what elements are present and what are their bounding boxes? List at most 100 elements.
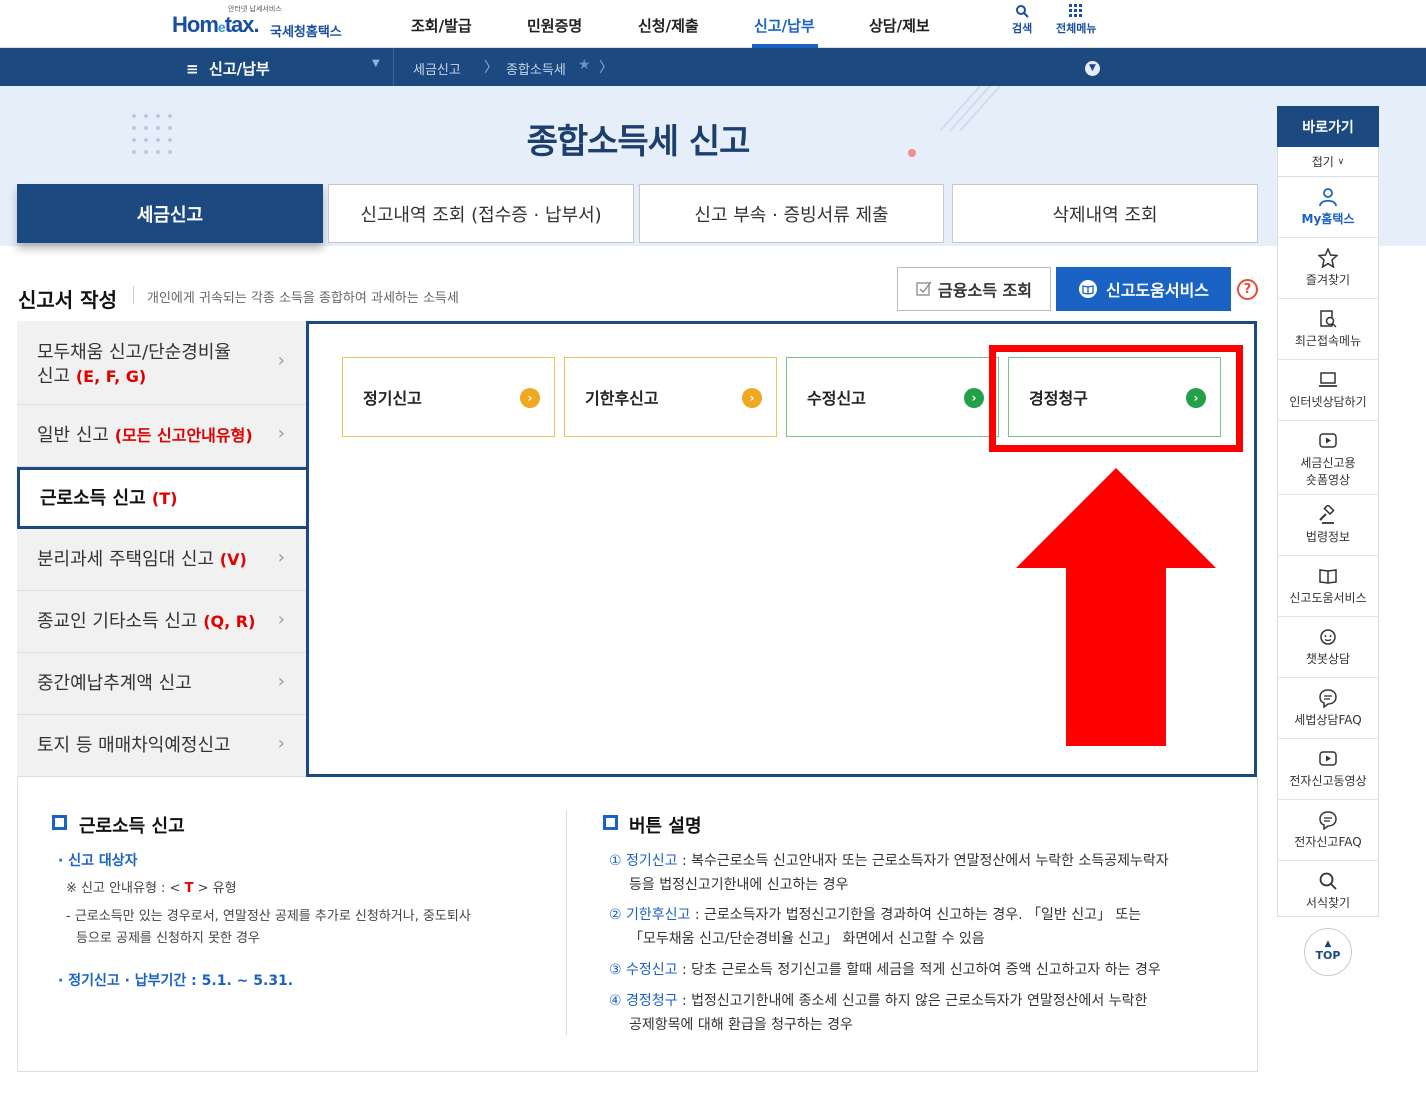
- search-button[interactable]: 검색: [1012, 4, 1032, 36]
- gnb-application[interactable]: 신청/제출: [638, 15, 699, 36]
- quick-favorites[interactable]: 즐겨찾기: [1278, 238, 1378, 299]
- quick-menu: 바로가기 접기 ∨ My홈택스 즐겨찾기 최근접속메뉴 인터넷상담하기 세금신고…: [1277, 106, 1379, 917]
- quick-menu-header: 바로가기: [1277, 106, 1379, 147]
- tab-tax-filing[interactable]: 세금신고: [17, 184, 323, 243]
- filing-type-note: ※ 신고 안내유형 : < T > 유형: [66, 881, 237, 896]
- expand-icon[interactable]: ▼: [1085, 61, 1100, 76]
- button-description-title: 버튼 설명: [629, 816, 702, 837]
- fold-button[interactable]: 접기 ∨: [1278, 147, 1378, 177]
- regular-filing-button[interactable]: 정기신고 ›: [342, 357, 555, 437]
- chevron-right-icon: ›: [277, 609, 285, 630]
- target-label: · 신고 대상자: [58, 853, 138, 869]
- left-menu-item-housing-rental[interactable]: 분리과세 주택임대 신고 (V) ›: [17, 529, 307, 591]
- all-menu-button[interactable]: 전체메뉴: [1056, 4, 1096, 36]
- left-menu-label: 모두채움 신고/단순경비율 신고 (E, F, G): [37, 342, 231, 387]
- target-detail-2: 등으로 공제를 신청하지 못한 경우: [76, 931, 260, 946]
- chevron-right-icon: 〉: [484, 60, 498, 76]
- tab-deletion-history[interactable]: 삭제내역 조회: [952, 184, 1258, 243]
- hometax-logo[interactable]: 안터넷 납세서비스 Hometax. 국세청홈택스: [172, 4, 352, 44]
- logo-korean: 국세청홈택스: [270, 25, 342, 40]
- checkbox-edit-icon: [916, 281, 932, 296]
- square-bullet-icon: [603, 815, 618, 830]
- financial-income-button[interactable]: 금융소득 조회: [897, 267, 1051, 311]
- location-menu-select[interactable]: ≡ 신고/납부: [186, 58, 270, 79]
- left-menu-item-religious[interactable]: 종교인 기타소득 신고 (Q, R) ›: [17, 591, 307, 653]
- divider: [393, 48, 394, 86]
- book-icon: [1078, 280, 1097, 298]
- quick-filing-help[interactable]: 신고도움서비스: [1278, 556, 1378, 617]
- play-icon: [1319, 751, 1337, 766]
- amended-filing-button[interactable]: 수정신고 ›: [786, 357, 999, 437]
- filing-period: · 정기신고 · 납부기간 : 5.1. ~ 5.31.: [58, 973, 294, 989]
- gnb-filing-payment[interactable]: 신고/납부: [754, 15, 815, 36]
- quick-tax-law-faq[interactable]: 세법상담FAQ: [1278, 678, 1378, 739]
- button-desc-item: ② 기한후신고 : 근로소득자가 법정신고기한을 경과하여 신고하는 경우. 「…: [609, 907, 1142, 923]
- earned-income-title: 근로소득 신고: [79, 816, 185, 837]
- chevron-right-icon: ›: [277, 350, 285, 371]
- tab-attachments[interactable]: 신고 부속 · 증빙서류 제출: [639, 184, 944, 243]
- left-menu-item-land-sale[interactable]: 토지 등 매매차익예정신고 ›: [17, 715, 307, 777]
- star-icon: [1318, 248, 1338, 268]
- button-desc-item: ④ 경정청구 : 법정신고기한내에 종소세 신고를 하지 않은 근로소득자가 연…: [609, 993, 1148, 1009]
- book-icon: [1319, 569, 1337, 584]
- left-menu-label: 일반 신고 (모든 신고안내유형): [37, 425, 253, 446]
- hamburger-icon: ≡: [186, 60, 199, 78]
- scroll-top-button[interactable]: ▲ TOP: [1304, 928, 1352, 976]
- logo-wordmark: Hometax.: [172, 12, 260, 37]
- quick-my-hometax[interactable]: My홈택스: [1278, 177, 1378, 238]
- red-arrow-up-icon: [1016, 468, 1216, 746]
- button-desc-item-cont: 등을 법정신고기한내에 신고하는 경우: [629, 877, 849, 893]
- chevron-right-icon: ›: [742, 388, 762, 408]
- left-menu-label: 중간예납추계액 신고: [37, 673, 192, 694]
- chevron-right-icon: ›: [277, 423, 285, 444]
- left-menu-label: 토지 등 매매차익예정신고: [37, 735, 231, 756]
- quick-recent-menu[interactable]: 최근접속메뉴: [1278, 299, 1378, 360]
- left-menu-label: 근로소득 신고 (T): [40, 488, 178, 509]
- quick-form-search[interactable]: 서식찾기: [1278, 861, 1378, 922]
- help-icon[interactable]: ?: [1237, 279, 1258, 300]
- gnb-certificate[interactable]: 민원증명: [527, 15, 582, 36]
- quick-chatbot[interactable]: 챗봇상담: [1278, 617, 1378, 678]
- chat-bubble-icon: [1319, 689, 1337, 708]
- chevron-right-icon: ›: [277, 671, 285, 692]
- filing-help-button[interactable]: 신고도움서비스: [1056, 267, 1231, 311]
- quick-online-consult[interactable]: 인터넷상담하기: [1278, 360, 1378, 421]
- chevron-right-icon: ›: [520, 388, 540, 408]
- breadcrumb-income-tax[interactable]: 종합소득세: [506, 59, 566, 78]
- chevron-right-icon: ›: [277, 547, 285, 568]
- document-search-icon: [1320, 310, 1337, 328]
- tab-filing-history[interactable]: 신고내역 조회 (접수증 · 납부서): [328, 184, 634, 243]
- highlight-box: [989, 345, 1243, 452]
- left-menu-item-earned-income[interactable]: 근로소득 신고 (T): [17, 467, 309, 529]
- gnb-inquiry[interactable]: 조회/발급: [411, 15, 472, 36]
- gnb-consult[interactable]: 상담/제보: [869, 15, 930, 36]
- chevron-right-icon: 〉: [599, 60, 613, 76]
- user-icon: [1319, 188, 1337, 207]
- section-description: 개인에게 귀속되는 각종 소득을 종합하여 과세하는 소득세: [147, 291, 459, 306]
- left-menu-item-interim-prepayment[interactable]: 중간예납추계액 신고 ›: [17, 653, 307, 715]
- chevron-up-icon: ▲: [1324, 939, 1332, 949]
- quick-shortform-video[interactable]: 세금신고용 숏폼영상: [1278, 421, 1378, 495]
- button-desc-item: ③ 수정신고 : 당초 근로소득 정기신고를 할때 세금을 적게 신고하여 증액…: [609, 962, 1161, 978]
- left-menu-item-general[interactable]: 일반 신고 (모든 신고안내유형) ›: [17, 405, 307, 467]
- divider: [133, 286, 134, 304]
- chevron-down-icon: ∨: [1337, 156, 1345, 167]
- quick-efiling-video[interactable]: 전자신고동영상: [1278, 739, 1378, 800]
- breadcrumb-tax-filing[interactable]: 세금신고: [413, 59, 461, 78]
- top-header: 안터넷 납세서비스 Hometax. 국세청홈택스 조회/발급 민원증명 신청/…: [0, 0, 1426, 48]
- page-title: 종합소득세 신고: [526, 122, 751, 162]
- late-filing-button[interactable]: 기한후신고 ›: [564, 357, 777, 437]
- star-icon[interactable]: ★: [578, 57, 591, 73]
- chevron-right-icon: ›: [964, 388, 984, 408]
- chevron-down-icon[interactable]: ▼: [372, 58, 380, 69]
- button-desc-item-cont: 「모두채움 신고/단순경비율 신고」 화면에서 신고할 수 있음: [629, 931, 985, 947]
- button-desc-item-cont: 공제항목에 대해 환급을 청구하는 경우: [629, 1017, 853, 1033]
- target-detail-1: - 근로소득만 있는 경우로서, 연말정산 공제를 추가로 신청하거나, 중도퇴…: [66, 909, 471, 924]
- chevron-right-icon: ›: [277, 733, 285, 754]
- quick-efiling-faq[interactable]: 전자신고FAQ: [1278, 800, 1378, 861]
- play-icon: [1319, 433, 1337, 448]
- laptop-icon: [1319, 372, 1337, 387]
- left-menu-label: 종교인 기타소득 신고 (Q, R): [37, 611, 256, 632]
- left-menu-item-prefilled[interactable]: 모두채움 신고/단순경비율 신고 (E, F, G) ›: [17, 321, 307, 405]
- quick-law-info[interactable]: 법령정보: [1278, 495, 1378, 556]
